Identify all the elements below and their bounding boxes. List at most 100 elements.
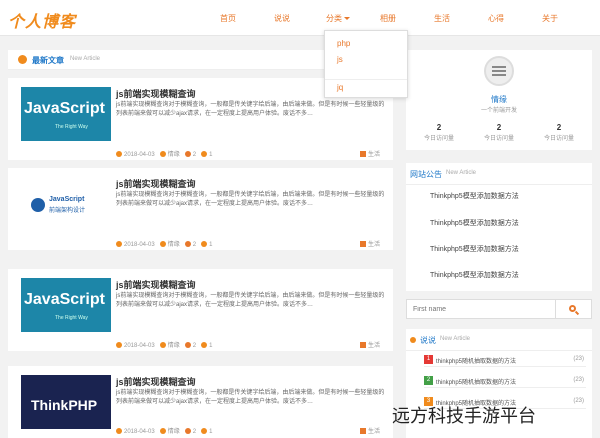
dropdown-divider xyxy=(325,78,407,80)
stat-label: 今日访问量 xyxy=(543,136,574,142)
article-category[interactable]: 生活 xyxy=(359,149,380,158)
thumbnail-subtitle: The Right Way xyxy=(55,124,88,130)
notice-title: 网站公告 xyxy=(410,170,442,179)
thumbnail-title: JavaScript xyxy=(24,100,105,117)
section-title: 最新文章 xyxy=(32,56,64,65)
rank-badge: 2 xyxy=(424,376,433,385)
clock-icon xyxy=(116,342,122,349)
article-title[interactable]: js前端实现模糊查询 xyxy=(116,278,196,291)
article-date: 2018-04-03 xyxy=(124,343,155,349)
heart-icon[interactable] xyxy=(184,151,191,158)
article-category[interactable]: 生活 xyxy=(359,426,380,435)
article-thumbnail[interactable]: JavaScript The Right Way xyxy=(21,87,111,141)
avatar-line xyxy=(492,66,506,68)
nav-album[interactable]: 相册 xyxy=(380,13,396,24)
article-author: 情缘 xyxy=(167,343,180,349)
user-icon xyxy=(159,428,166,435)
dropdown-item-php[interactable]: php xyxy=(337,39,350,48)
article-title[interactable]: js前端实现模糊查询 xyxy=(116,177,196,190)
nav-about[interactable]: 关于 xyxy=(542,13,558,24)
stat-visits: 2 今日访问量 xyxy=(409,123,469,142)
stat-visits: 2 今日访问量 xyxy=(469,123,529,142)
header: 个人博客 首页 说说 分类 相册 生活 心得 关于 xyxy=(0,0,600,36)
nav-talk[interactable]: 说说 xyxy=(274,13,290,24)
eye-icon xyxy=(201,241,208,248)
article-card[interactable]: JavaScript The Right Way js前端实现模糊查询 js前端… xyxy=(8,269,393,351)
headphones-icon xyxy=(410,337,416,343)
search-input[interactable] xyxy=(406,299,556,319)
nav-category-label: 分类 xyxy=(326,14,342,23)
article-title[interactable]: js前端实现模糊查询 xyxy=(116,87,196,100)
article-meta: 2018-04-03 情缘 2 1 xyxy=(116,426,212,435)
notice-item[interactable]: Thinkphp5模型添加数据方法 xyxy=(430,244,519,254)
category-label: 生活 xyxy=(367,429,380,435)
thumbnail-subtitle: 前端架构设计 xyxy=(49,208,86,214)
article-likes: 2 xyxy=(192,429,197,435)
eye-icon xyxy=(201,342,208,349)
profile-name[interactable]: 情缘 xyxy=(406,94,592,105)
article-category[interactable]: 生活 xyxy=(359,340,380,349)
dropdown-item-jq[interactable]: jq xyxy=(337,83,343,92)
article-likes: 2 xyxy=(192,242,197,248)
article-date: 2018-04-03 xyxy=(124,152,155,158)
nav-category[interactable]: 分类 xyxy=(326,13,350,24)
heart-icon[interactable] xyxy=(184,241,191,248)
talk-row[interactable]: 2 thinkphp5随机抽取数据的方法 (23) xyxy=(424,374,586,388)
talk-row[interactable]: 1 thinkphp5随机抽取数据的方法 (23) xyxy=(424,353,586,367)
article-views: 1 xyxy=(209,343,213,349)
avatar[interactable] xyxy=(484,56,514,86)
section-subtitle: New Article xyxy=(70,56,101,62)
nav-life[interactable]: 生活 xyxy=(434,13,450,24)
category-dropdown: php js jq xyxy=(324,30,408,98)
heart-icon[interactable] xyxy=(184,428,191,435)
stat-value: 2 xyxy=(496,123,502,132)
avatar-line xyxy=(492,74,506,76)
article-views: 1 xyxy=(209,429,213,435)
article-card[interactable]: ThinkPHP js前端实现模糊查询 js前端实现模糊查询对于模糊查询，一般都… xyxy=(8,366,393,438)
article-date: 2018-04-03 xyxy=(124,429,155,435)
article-author: 情缘 xyxy=(167,242,180,248)
article-likes: 2 xyxy=(192,343,197,349)
article-category[interactable]: 生活 xyxy=(359,239,380,248)
heart-icon[interactable] xyxy=(184,342,191,349)
article-thumbnail[interactable]: ThinkPHP xyxy=(21,375,111,429)
thumbnail-subtitle: The Right Way xyxy=(55,315,88,321)
search-icon-handle xyxy=(574,310,580,316)
article-likes: 2 xyxy=(192,152,197,158)
article-title[interactable]: js前端实现模糊查询 xyxy=(116,375,196,388)
talk-count: (23) xyxy=(573,356,584,362)
article-card[interactable]: JavaScript 前端架构设计 js前端实现模糊查询 js前端实现模糊查询对… xyxy=(8,168,393,250)
notice-item[interactable]: Thinkphp5模型添加数据方法 xyxy=(430,270,519,280)
stat-label: 今日访问量 xyxy=(483,136,514,142)
user-icon xyxy=(159,151,166,158)
article-date: 2018-04-03 xyxy=(124,242,155,248)
chevron-down-icon xyxy=(344,17,350,21)
stat-value: 2 xyxy=(556,123,562,132)
article-thumbnail[interactable]: JavaScript The Right Way xyxy=(21,278,111,332)
rank-badge: 1 xyxy=(424,355,433,364)
nav-home[interactable]: 首页 xyxy=(220,13,236,24)
article-excerpt: js前端实现模糊查询对于模糊查询，一般都是传关键字给后端，由后端来做。但是有时候… xyxy=(116,293,385,308)
site-logo[interactable]: 个人博客 xyxy=(8,8,76,32)
article-thumbnail[interactable]: JavaScript 前端架构设计 xyxy=(21,177,111,231)
dropdown-item-js[interactable]: js xyxy=(337,55,343,64)
article-views: 1 xyxy=(209,152,213,158)
category-label: 生活 xyxy=(367,343,380,349)
notice-item[interactable]: Thinkphp5模型添加数据方法 xyxy=(430,191,519,201)
notice-header: 网站公告 New Article xyxy=(406,163,592,185)
thumbnail-title: ThinkPHP xyxy=(31,397,98,413)
clock-icon xyxy=(116,428,122,435)
clock-icon xyxy=(116,151,122,158)
search-box xyxy=(406,299,592,319)
search-button[interactable] xyxy=(556,299,592,319)
user-icon xyxy=(159,241,166,248)
talk-text: thinkphp5随机抽取数据的方法 xyxy=(436,380,517,386)
talk-count: (23) xyxy=(573,398,584,404)
article-author: 情缘 xyxy=(167,429,180,435)
notice-item[interactable]: Thinkphp5模型添加数据方法 xyxy=(430,218,519,228)
notice-subtitle: New Article xyxy=(446,170,477,176)
nav-notes[interactable]: 心得 xyxy=(488,13,504,24)
talk-text: thinkphp5随机抽取数据的方法 xyxy=(436,359,517,365)
list-icon xyxy=(359,428,366,435)
notice-panel: 网站公告 New Article Thinkphp5模型添加数据方法 Think… xyxy=(406,163,592,291)
